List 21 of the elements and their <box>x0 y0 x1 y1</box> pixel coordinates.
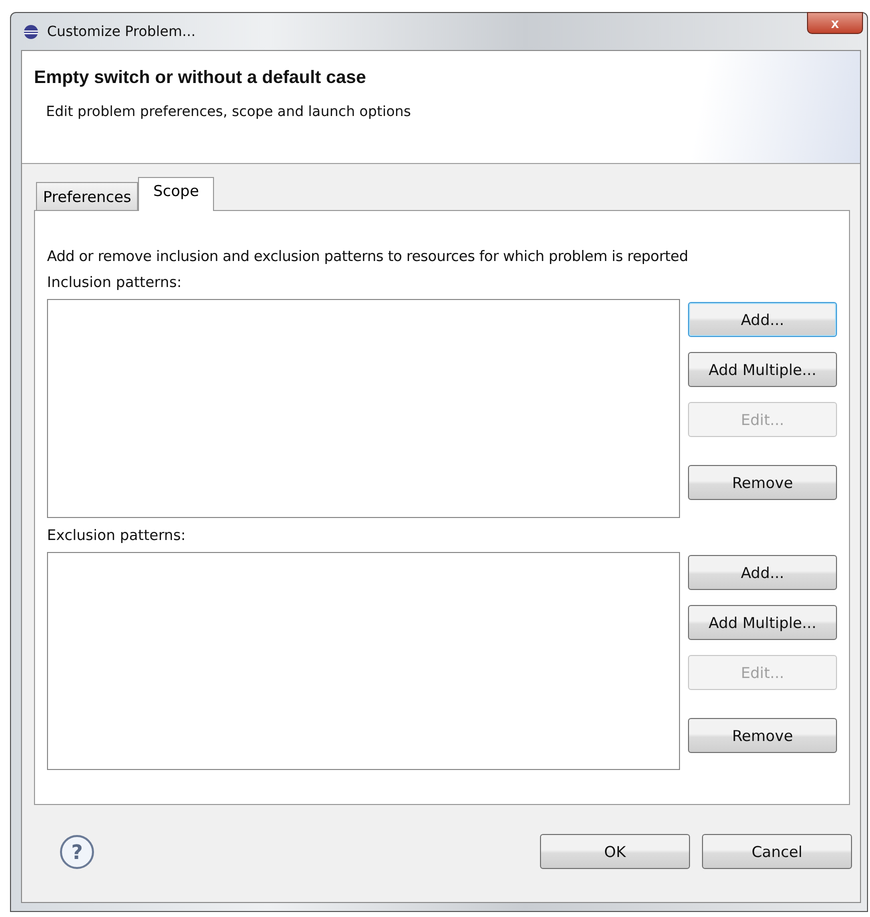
pattern-button[interactable]: Add... <box>688 302 837 337</box>
globe-icon <box>23 24 39 40</box>
close-button[interactable]: x <box>807 12 863 34</box>
section-label: Exclusion patterns: <box>47 528 187 544</box>
pattern-button[interactable]: Add Multiple... <box>688 352 837 387</box>
dialog-heading: Empty switch or without a default case <box>34 67 368 88</box>
tab[interactable]: Preferences <box>36 182 138 210</box>
window-title: Customize Problem... <box>47 24 196 40</box>
pattern-button[interactable]: Add Multiple... <box>688 605 837 640</box>
tab[interactable]: Scope <box>138 177 214 211</box>
help-button[interactable]: ? <box>60 834 94 868</box>
dialog-description: Edit problem preferences, scope and launch options <box>45 104 412 120</box>
cancel-button[interactable]: Cancel <box>702 834 852 869</box>
intro-text: Add or remove inclusion and exclusion patterns to resources for which problem is reported <box>47 249 690 265</box>
pattern-button[interactable]: Add... <box>688 555 837 590</box>
ok-button[interactable]: OK <box>540 834 690 869</box>
pattern-list[interactable] <box>47 299 680 518</box>
pattern-list[interactable] <box>47 552 680 770</box>
pattern-button[interactable]: Remove <box>688 465 837 500</box>
section-label: Inclusion patterns: <box>47 275 183 291</box>
pattern-button[interactable]: Remove <box>688 718 837 753</box>
